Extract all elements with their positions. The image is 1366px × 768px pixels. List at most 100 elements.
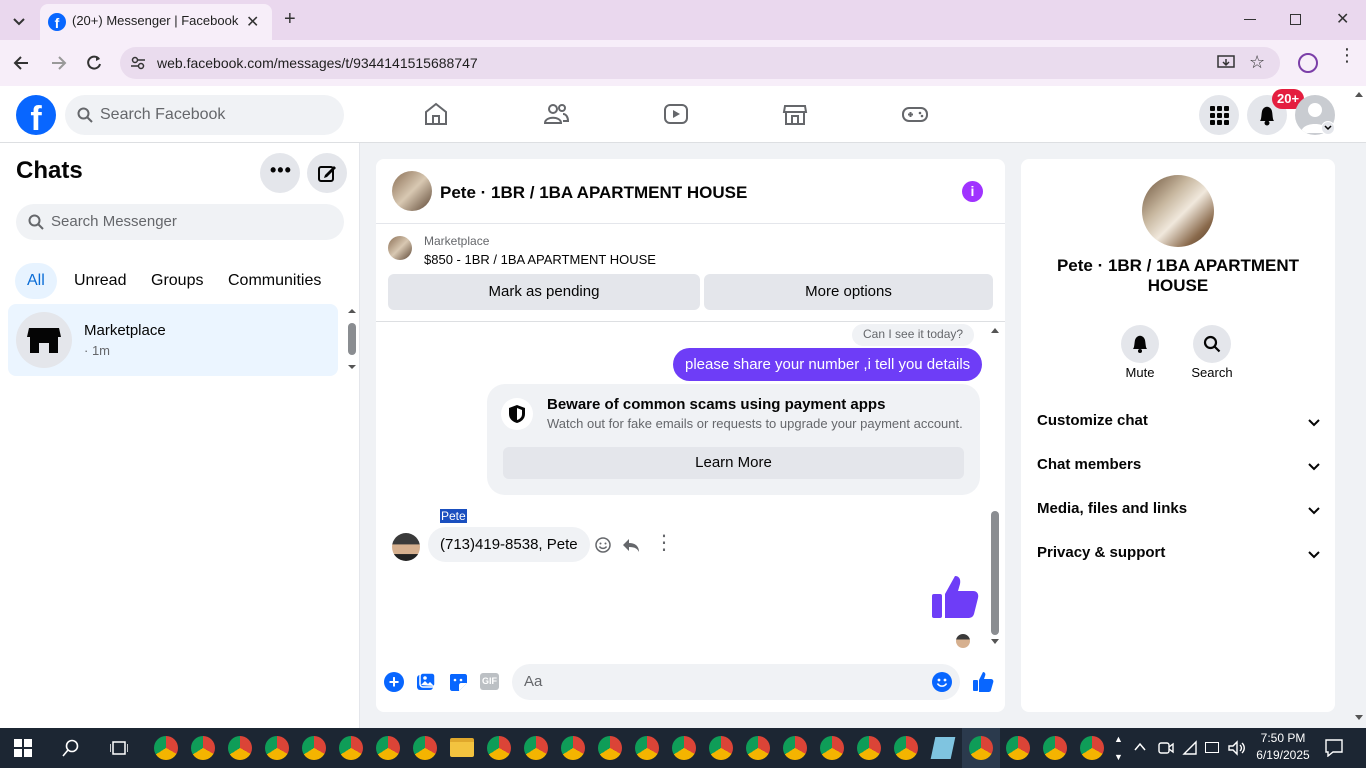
notification-center-icon[interactable] — [1325, 739, 1343, 757]
sender-avatar[interactable] — [392, 533, 420, 561]
emoji-icon[interactable] — [932, 672, 952, 692]
sent-message-bubble[interactable]: please share your number ,i tell you det… — [673, 348, 983, 381]
close-tab-icon[interactable]: ✕ — [246, 12, 259, 32]
account-chevron-icon[interactable] — [1321, 121, 1335, 135]
meet-now-icon[interactable] — [1158, 740, 1174, 756]
address-bar[interactable]: web.facebook.com/messages/t/934414151568… — [120, 47, 1280, 79]
tab-list-chevron-icon[interactable] — [8, 10, 30, 32]
facebook-search-input[interactable]: Search Facebook — [65, 95, 344, 135]
messenger-search-input[interactable]: Search Messenger — [16, 204, 344, 240]
browser-menu-icon[interactable]: ⋮ — [1338, 46, 1356, 64]
install-app-icon[interactable] — [1217, 55, 1235, 71]
received-message-bubble[interactable]: (713)419-8538, Pete — [428, 527, 590, 562]
taskbar-scroll-icon[interactable]: ▲ ▼ — [1114, 730, 1123, 766]
video-icon[interactable] — [662, 100, 690, 128]
clock-time[interactable]: 7:50 PM — [1255, 731, 1311, 745]
filter-all[interactable]: All — [15, 263, 57, 299]
close-window-icon[interactable]: ✕ — [1336, 9, 1349, 29]
media-files-links-section[interactable]: Media, files and links — [1037, 500, 1321, 524]
chats-options-button[interactable]: ••• — [260, 153, 300, 193]
conversation-info-icon[interactable]: i — [962, 181, 983, 202]
chrome-taskbar-icon[interactable] — [709, 736, 733, 760]
reply-icon[interactable] — [621, 536, 641, 554]
conversation-avatar[interactable] — [392, 171, 432, 211]
chrome-taskbar-icon[interactable] — [487, 736, 511, 760]
message-input[interactable]: Aa — [512, 664, 960, 700]
chrome-taskbar-icon[interactable] — [1043, 736, 1067, 760]
chrome-taskbar-icon[interactable] — [413, 736, 437, 760]
attach-photo-icon[interactable] — [416, 672, 436, 692]
profile-photo[interactable] — [1142, 175, 1214, 247]
new-tab-icon[interactable]: + — [284, 8, 296, 31]
chrome-taskbar-icon[interactable] — [969, 736, 993, 760]
profile-icon[interactable] — [1298, 53, 1318, 73]
restore-icon[interactable] — [1290, 14, 1301, 25]
page-scroll-down-icon[interactable] — [1354, 714, 1364, 722]
taskbar-search-icon[interactable] — [62, 739, 80, 757]
chrome-taskbar-icon[interactable] — [894, 736, 918, 760]
wifi-icon[interactable] — [1182, 740, 1198, 756]
chrome-taskbar-icon[interactable] — [672, 736, 696, 760]
chrome-taskbar-icon[interactable] — [376, 736, 400, 760]
forward-icon[interactable] — [48, 53, 68, 73]
chrome-taskbar-icon[interactable] — [820, 736, 844, 760]
mute-button[interactable] — [1121, 325, 1159, 363]
reload-icon[interactable] — [84, 53, 104, 73]
chrome-taskbar-icon[interactable] — [783, 736, 807, 760]
chrome-taskbar-icon[interactable] — [154, 736, 178, 760]
bookmark-star-icon[interactable]: ☆ — [1249, 52, 1265, 73]
messages-scrollbar[interactable] — [989, 325, 1001, 649]
react-smiley-icon[interactable] — [594, 536, 612, 554]
notepad-taskbar-icon[interactable] — [930, 737, 956, 759]
chat-members-section[interactable]: Chat members — [1037, 456, 1321, 480]
battery-icon[interactable] — [1205, 742, 1219, 753]
chrome-taskbar-icon[interactable] — [228, 736, 252, 760]
site-settings-icon[interactable] — [130, 55, 146, 71]
chrome-taskbar-icon[interactable] — [339, 736, 363, 760]
chrome-taskbar-icon[interactable] — [302, 736, 326, 760]
filter-communities[interactable]: Communities — [216, 263, 333, 299]
chrome-taskbar-icon[interactable] — [561, 736, 585, 760]
search-conversation-button[interactable] — [1193, 325, 1231, 363]
show-hidden-icons-chevron-icon[interactable] — [1133, 741, 1147, 753]
chrome-taskbar-icon[interactable] — [524, 736, 548, 760]
mark-as-pending-button[interactable]: Mark as pending — [388, 274, 700, 310]
chrome-taskbar-icon[interactable] — [191, 736, 215, 760]
listing-thumbnail[interactable] — [388, 236, 412, 260]
conversation-title[interactable]: Pete · 1BR / 1BA APARTMENT HOUSE — [440, 183, 747, 203]
sticker-icon[interactable] — [448, 672, 468, 692]
chrome-taskbar-icon[interactable] — [1006, 736, 1030, 760]
chrome-taskbar-icon[interactable] — [857, 736, 881, 760]
minimize-icon[interactable] — [1244, 19, 1256, 20]
facebook-logo-icon[interactable]: f — [16, 95, 56, 135]
clock-date[interactable]: 6/19/2025 — [1251, 748, 1315, 762]
customize-chat-section[interactable]: Customize chat — [1037, 412, 1321, 436]
message-more-icon[interactable]: ⋮ — [654, 533, 674, 553]
chat-list-scrollbar[interactable] — [346, 307, 358, 371]
page-scroll-up-icon[interactable] — [1354, 90, 1364, 98]
volume-icon[interactable] — [1228, 740, 1246, 756]
send-like-thumbs-up-icon[interactable] — [972, 671, 994, 693]
filter-unread[interactable]: Unread — [62, 263, 138, 299]
windows-start-icon[interactable] — [14, 739, 32, 757]
gaming-icon[interactable] — [901, 100, 929, 128]
new-message-button[interactable] — [307, 153, 347, 193]
more-options-button[interactable]: More options — [704, 274, 993, 310]
chrome-taskbar-icon[interactable] — [598, 736, 622, 760]
chrome-taskbar-icon[interactable] — [635, 736, 659, 760]
back-icon[interactable] — [12, 53, 32, 73]
learn-more-button[interactable]: Learn More — [503, 447, 964, 479]
marketplace-icon[interactable] — [781, 100, 809, 128]
gif-icon[interactable]: GIF — [480, 673, 499, 690]
more-actions-plus-icon[interactable]: + — [384, 672, 404, 692]
task-view-icon[interactable] — [110, 739, 128, 757]
chrome-taskbar-icon[interactable] — [1080, 736, 1104, 760]
browser-tab[interactable]: f (20+) Messenger | Facebook ✕ — [40, 4, 272, 40]
chrome-taskbar-icon[interactable] — [746, 736, 770, 760]
privacy-support-section[interactable]: Privacy & support — [1037, 544, 1321, 568]
friends-icon[interactable] — [542, 100, 570, 128]
chat-list-item[interactable]: Marketplace · 1m — [8, 304, 338, 376]
home-icon[interactable] — [422, 100, 450, 128]
file-explorer-icon[interactable] — [450, 738, 474, 757]
menu-grid-icon[interactable] — [1199, 95, 1239, 135]
